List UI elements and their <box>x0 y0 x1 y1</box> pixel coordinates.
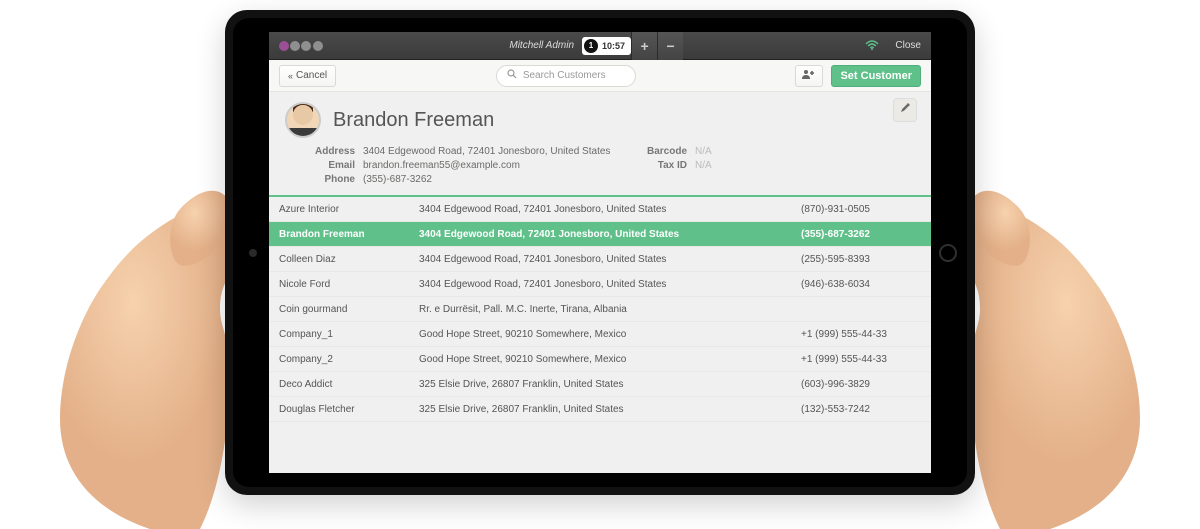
row-phone: (603)-996-3829 <box>801 379 921 390</box>
pencil-icon <box>899 101 911 119</box>
row-phone: (255)-595-8393 <box>801 254 921 265</box>
customer-row[interactable]: Douglas Fletcher325 Elsie Drive, 26807 F… <box>269 397 931 422</box>
set-customer-label: Set Customer <box>840 70 912 82</box>
customer-detail: Brandon Freeman Address 3404 Edgewood Ro… <box>269 92 931 197</box>
row-address: 325 Elsie Drive, 26807 Franklin, United … <box>419 379 801 390</box>
taxid-value: N/A <box>695 160 755 171</box>
order-count-badge: 1 <box>584 39 598 53</box>
row-name: Company_1 <box>279 329 419 340</box>
row-name: Coin gourmand <box>279 304 419 315</box>
row-address: Good Hope Street, 90210 Somewhere, Mexic… <box>419 329 801 340</box>
minus-icon: − <box>666 38 674 54</box>
customer-name: Brandon Freeman <box>333 109 494 132</box>
tablet-home-button[interactable] <box>939 244 957 262</box>
set-customer-button[interactable]: Set Customer <box>831 65 921 87</box>
row-address: Rr. e Durrësit, Pall. M.C. Inerte, Tiran… <box>419 304 801 315</box>
customer-row[interactable]: Coin gourmandRr. e Durrësit, Pall. M.C. … <box>269 297 931 322</box>
current-user-label: Mitchell Admin <box>509 40 582 51</box>
clock-time: 10:57 <box>602 41 625 51</box>
close-button[interactable]: Close <box>885 40 931 51</box>
add-customer-button[interactable] <box>795 65 823 87</box>
wifi-icon <box>859 39 885 53</box>
odoo-logo <box>269 41 333 51</box>
search-icon <box>507 69 517 82</box>
customer-fields: Address 3404 Edgewood Road, 72401 Jonesb… <box>299 146 915 185</box>
row-phone: +1 (999) 555-44-33 <box>801 329 921 340</box>
edit-customer-button[interactable] <box>893 98 917 122</box>
row-name: Douglas Fletcher <box>279 404 419 415</box>
cancel-label: Cancel <box>296 70 327 81</box>
row-address: 3404 Edgewood Road, 72401 Jonesboro, Uni… <box>419 204 801 215</box>
row-name: Deco Addict <box>279 379 419 390</box>
row-address: 3404 Edgewood Road, 72401 Jonesboro, Uni… <box>419 254 801 265</box>
customer-row[interactable]: Colleen Diaz3404 Edgewood Road, 72401 Jo… <box>269 247 931 272</box>
customer-row[interactable]: Company_2Good Hope Street, 90210 Somewhe… <box>269 347 931 372</box>
action-bar: « Cancel Search Customers Se <box>269 60 931 92</box>
row-name: Company_2 <box>279 354 419 365</box>
row-name: Azure Interior <box>279 204 419 215</box>
left-hand <box>30 169 250 529</box>
remove-order-button[interactable]: − <box>657 32 683 60</box>
top-bar: Mitchell Admin 1 10:57 + − Close <box>269 32 931 60</box>
row-address: Good Hope Street, 90210 Somewhere, Mexic… <box>419 354 801 365</box>
user-plus-icon <box>802 69 816 82</box>
customer-row[interactable]: Nicole Ford3404 Edgewood Road, 72401 Jon… <box>269 272 931 297</box>
row-name: Nicole Ford <box>279 279 419 290</box>
row-phone: (946)-638-6034 <box>801 279 921 290</box>
cancel-button[interactable]: « Cancel <box>279 65 336 87</box>
barcode-value: N/A <box>695 146 755 157</box>
row-address: 3404 Edgewood Road, 72401 Jonesboro, Uni… <box>419 279 801 290</box>
customer-row[interactable]: Company_1Good Hope Street, 90210 Somewhe… <box>269 322 931 347</box>
new-order-button[interactable]: + <box>631 32 657 60</box>
row-address: 3404 Edgewood Road, 72401 Jonesboro, Uni… <box>419 229 801 240</box>
search-placeholder: Search Customers <box>523 70 606 81</box>
row-phone: (355)-687-3262 <box>801 229 921 240</box>
chevron-left-icon: « <box>288 71 293 81</box>
plus-icon: + <box>640 38 648 54</box>
order-count-clock[interactable]: 1 10:57 <box>582 37 631 55</box>
email-value: brandon.freeman55@example.com <box>363 160 623 171</box>
customer-row[interactable]: Brandon Freeman3404 Edgewood Road, 72401… <box>269 222 931 247</box>
tablet-device: Mitchell Admin 1 10:57 + − Close « Cance… <box>225 10 975 495</box>
customer-list[interactable]: Azure Interior3404 Edgewood Road, 72401 … <box>269 197 931 473</box>
taxid-label: Tax ID <box>631 160 687 171</box>
search-input[interactable]: Search Customers <box>496 65 636 87</box>
customer-row[interactable]: Azure Interior3404 Edgewood Road, 72401 … <box>269 197 931 222</box>
row-address: 325 Elsie Drive, 26807 Franklin, United … <box>419 404 801 415</box>
address-label: Address <box>299 146 355 157</box>
tablet-camera <box>249 249 257 257</box>
email-label: Email <box>299 160 355 171</box>
customer-avatar <box>285 102 321 138</box>
row-name: Brandon Freeman <box>279 229 419 240</box>
phone-label: Phone <box>299 174 355 185</box>
customer-row[interactable]: Deco Addict325 Elsie Drive, 26807 Frankl… <box>269 372 931 397</box>
right-hand <box>950 169 1170 529</box>
row-name: Colleen Diaz <box>279 254 419 265</box>
row-phone: +1 (999) 555-44-33 <box>801 354 921 365</box>
row-phone: (870)-931-0505 <box>801 204 921 215</box>
row-phone: (132)-553-7242 <box>801 404 921 415</box>
phone-value: (355)-687-3262 <box>363 174 623 185</box>
address-value: 3404 Edgewood Road, 72401 Jonesboro, Uni… <box>363 146 623 157</box>
barcode-label: Barcode <box>631 146 687 157</box>
app-screen: Mitchell Admin 1 10:57 + − Close « Cance… <box>269 32 931 473</box>
